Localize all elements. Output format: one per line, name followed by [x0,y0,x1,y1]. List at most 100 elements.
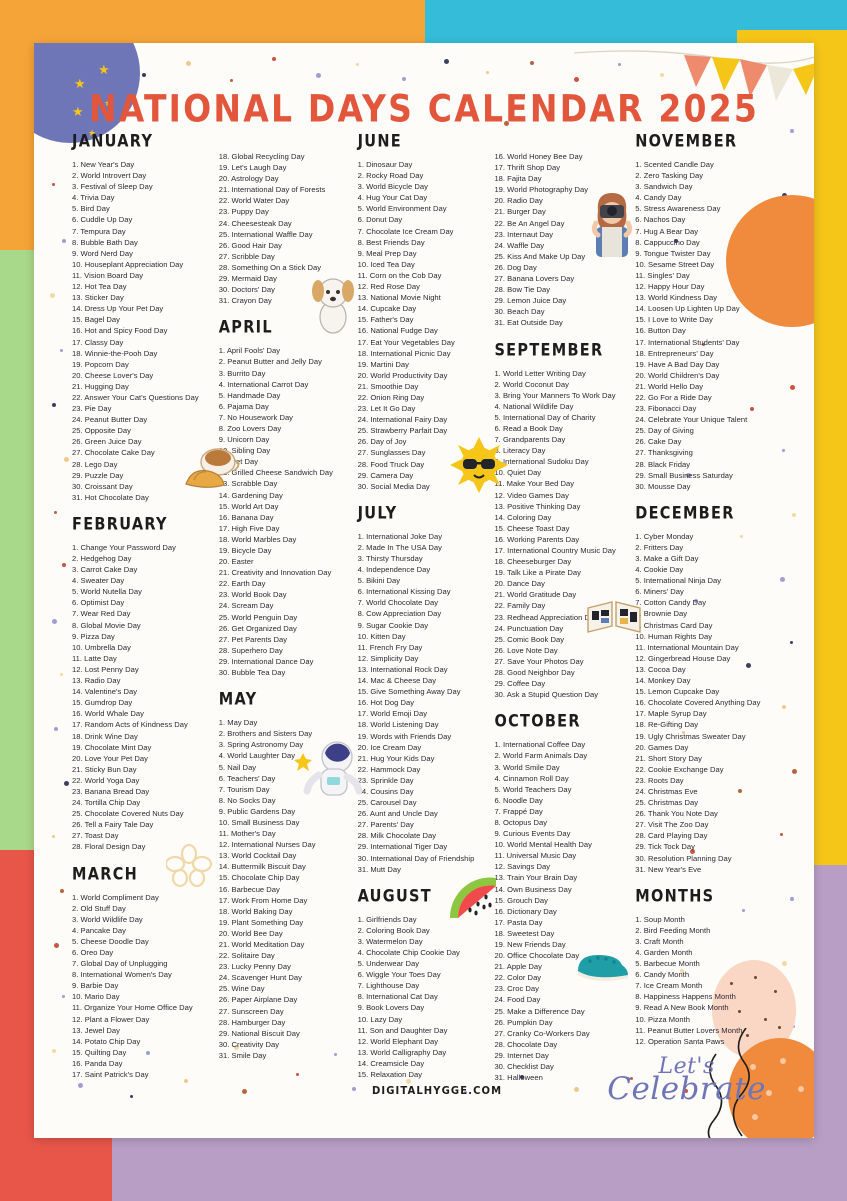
day-entry: 20. Dance Day [494,579,545,589]
day-entry: 26. Tell a Fairy Tale Day [72,820,154,830]
day-entry: 2. Made In The USA Day [357,542,442,552]
day-entry: 1. Soup Month [635,914,685,924]
day-entry: 30. Resolution Planning Day [635,853,732,863]
day-entry: 8. International Cat Day [357,992,438,1002]
day-entry: 19. Ugly Christmas Sweater Day [635,731,746,741]
confetti-dot [52,183,55,186]
day-entry: 22. Cookie Exchange Day [635,764,724,774]
day-entry: 9. Word Nerd Day [72,248,133,258]
day-entry: 9. Christmas Card Day [635,620,713,630]
day-entry: 5. International Day of Charity [494,412,596,422]
confetti-dot [62,563,66,567]
day-entry: 7. Cotton Candy Day [635,598,707,608]
day-entry: 25. International Waffle Day [218,229,313,239]
day-entry: 2. Coloring Book Day [357,925,430,935]
day-entry: 23. Sprinkle Day [357,775,414,785]
day-entry: 25. Wine Day [218,984,265,994]
day-entry: 9. Sugar Cookie Day [357,620,429,630]
day-entry: 17. Saint Patrick's Day [72,1070,149,1080]
day-entry: 17. Eat Your Vegetables Day [357,337,455,347]
photographer-icon [592,193,633,257]
day-entry: 18. World Marbles Day [218,534,297,544]
confetti-dot [62,239,66,243]
day-entry: 22. Answer Your Cat's Questions Day [72,392,199,402]
day-entry: 4. National Wildlife Day [494,401,574,411]
croc-shoe-icon [578,955,629,982]
month-block-august: AUGUST 1. Girlfriends Day 2. Coloring Boo… [357,877,496,1080]
day-entry: 3. Craft Month [635,936,684,946]
day-entry: 3. Festival of Sleep Day [72,182,153,192]
day-entry: 22. Hammock Day [357,764,421,774]
day-entry: 8. Zoo Lovers Day [218,423,282,433]
day-entry: 12. Plant a Flower Day [72,1014,150,1024]
day-entry: 23. Puppy Day [218,207,269,217]
day-entry: 29. International Dance Day [218,656,314,666]
day-entry: 21. Short Story Day [635,753,702,763]
day-entry: 30. Beach Day [494,307,545,317]
coffee-croissant-icon [185,448,240,488]
day-entry: 17. International Country Music Day [494,546,616,555]
day-list-december: 1. Cyber Monday 2. Fritters Day 3. Make a … [635,531,778,875]
day-entry: 14. Creamsicle Day [357,1058,425,1068]
day-entry: 1. World Letter Writing Day [494,368,586,378]
day-entry: 26. Pumpkin Day [494,1017,553,1027]
day-entry: 11. French Fry Day [357,642,423,652]
day-entry: 28. Superhero Day [218,645,283,655]
day-entry: 20. World Bee Day [218,928,283,938]
day-entry: 24. Cousins Day [357,786,414,796]
day-entry: 16. Chocolate Covered Anything Day [635,698,761,708]
day-entry: 10. Human Rights Day [635,631,713,641]
day-entry: 11. Organize Your Home Office Day [72,1003,193,1013]
day-entry: 16. National Fudge Day [357,326,438,336]
day-entry: 14. Dress Up Your Pet Day [72,304,164,314]
day-entry: 8. Global Movie Day [72,620,141,630]
day-entry: 13. Radio Day [72,676,121,686]
day-entry: 20. Love Your Pet Day [72,753,148,763]
day-entry: 20. World Productivity Day [357,370,448,380]
column-3: JUNE 1. Dinosaur Day 2. Rocky Road Day 3. … [357,133,508,1098]
day-entry: 2. Old Stuff Day [72,903,126,913]
day-entry: 27. Thanksgiving [635,448,693,458]
confetti-dot [54,511,57,514]
day-entry: 21. Creativity and Innovation Day [218,568,332,578]
day-entry: 4. Sweater Day [72,576,125,586]
day-entry: 5. Bikini Day [357,576,401,586]
day-entry: 6. Optimist Day [72,598,125,608]
day-entry: 1. Cyber Monday [635,531,694,541]
day-entry: 18. Drink Wine Day [72,731,138,741]
dog-icon [311,278,354,334]
day-entry: 7. World Chocolate Day [357,598,439,608]
day-entry: 1. May Day [218,718,258,728]
astronaut-icon [293,741,363,796]
day-entry: 6. Cuddle Up Day [72,215,133,225]
day-entry: 6. Nachos Day [635,215,686,225]
month-heading-november: NOVEMBER [635,132,738,151]
day-entry: 12. Savings Day [494,862,551,872]
day-entry: 6. Miners' Day [635,587,684,597]
day-entry: 9. Pizza Day [72,631,115,641]
day-entry: 14. Own Business Day [494,884,572,894]
day-entry: 6. Candy Month [635,970,690,980]
day-entry: 20. Games Day [635,742,689,752]
day-entry: 8. Bubble Bath Day [72,237,138,247]
day-entry: 21. Hugging Day [72,381,129,391]
day-entry: 21. Hug Your Kids Day [357,753,435,763]
day-entry: 24. Scream Day [218,601,274,611]
day-list-november: 1. Scented Candle Day 2. Zero Tasking Day… [635,159,778,492]
day-entry: 22. Onion Ring Day [357,392,425,402]
day-entry: 1. International Coffee Day [494,740,586,750]
day-entry: 29. National Biscuit Day [218,1028,300,1038]
day-entry: 9. Public Gardens Day [218,806,296,816]
day-entry: 13. Sticker Day [72,293,124,303]
day-entry: 19. Bicycle Day [218,546,272,555]
day-entry: 26. Get Organized Day [218,623,297,633]
day-entry: 3. World Smile Day [494,762,560,772]
day-entry: 23. Lucky Penny Day [218,962,291,972]
month-block-march-continued: 18. Global Recycling Day 19. Let's Laugh … [218,151,354,334]
day-entry: 15. Bagel Day [72,315,120,325]
day-entry: 16. World Whale Day [72,709,144,719]
day-entry: 16. Hot and Spicy Food Day [72,326,168,336]
day-entry: 13. Positive Thinking Day [494,501,581,511]
confetti-dot [142,73,146,77]
day-entry: 3. Make a Gift Day [635,554,699,563]
